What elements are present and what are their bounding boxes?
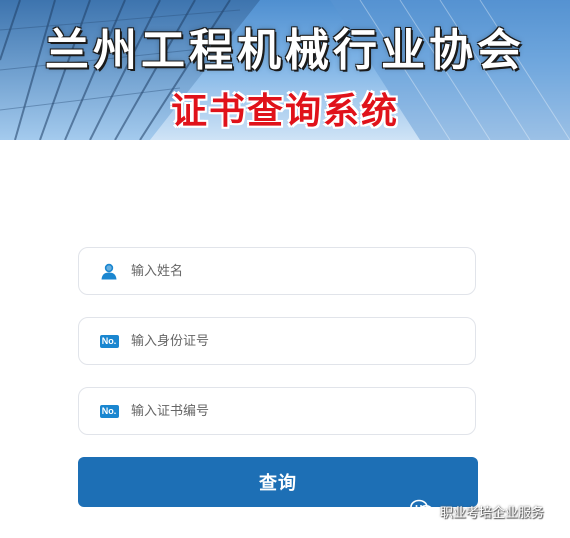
name-input[interactable] [131, 248, 461, 294]
number-badge-icon: No. [99, 331, 119, 351]
header-banner: 兰州工程机械行业协会 证书查询系统 [0, 0, 570, 140]
id-number-input[interactable] [131, 318, 461, 364]
certificate-number-field[interactable]: No. [78, 387, 476, 435]
org-title: 兰州工程机械行业协会 [45, 25, 525, 76]
id-number-field[interactable]: No. [78, 317, 476, 365]
name-field[interactable] [78, 247, 476, 295]
wechat-icon [410, 499, 434, 523]
cert-badge-label: No. [99, 404, 119, 418]
number-badge-icon: No. [99, 401, 119, 421]
certificate-number-input[interactable] [131, 388, 461, 434]
watermark: 职业考培企业服务 [410, 499, 545, 523]
system-title: 证书查询系统 [170, 90, 399, 132]
id-badge-label: No. [99, 334, 119, 348]
watermark-text: 职业考培企业服务 [440, 505, 545, 521]
user-icon [99, 261, 119, 281]
